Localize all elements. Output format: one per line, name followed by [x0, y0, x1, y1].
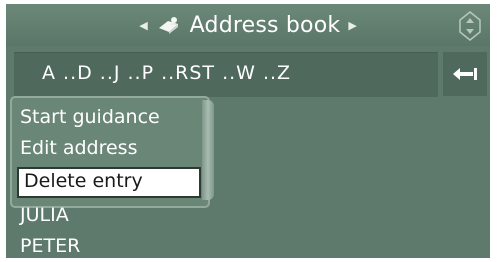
- context-menu: Start guidance Edit address Delete entry: [10, 96, 210, 208]
- controller-icon: [459, 11, 481, 41]
- prev-arrow-icon[interactable]: ◀: [139, 19, 147, 32]
- page-title: Address book: [189, 12, 341, 38]
- contact-list-item[interactable]: PETER: [20, 235, 80, 257]
- menu-item-edit-address[interactable]: Edit address: [20, 137, 137, 159]
- address-book-icon: [158, 17, 178, 34]
- navigation-screen: ◀ Address book ▶ A ..D ..J ..P ..RST ..W…: [6, 4, 490, 258]
- next-arrow-icon[interactable]: ▶: [348, 19, 356, 32]
- alphabet-index-bar[interactable]: A ..D ..J ..P ..RST ..W ..Z: [14, 52, 438, 97]
- contact-list-item[interactable]: JULIA: [20, 204, 69, 226]
- back-button[interactable]: [443, 52, 487, 96]
- back-arrow-icon: [453, 68, 477, 80]
- header: ◀ Address book ▶: [6, 4, 490, 46]
- title-row: ◀ Address book ▶: [6, 10, 490, 40]
- menu-scrollbar[interactable]: [202, 100, 214, 200]
- menu-item-delete-entry[interactable]: Delete entry: [24, 170, 143, 192]
- menu-item-start-guidance[interactable]: Start guidance: [20, 106, 160, 128]
- alphabet-index[interactable]: A ..D ..J ..P ..RST ..W ..Z: [42, 62, 291, 84]
